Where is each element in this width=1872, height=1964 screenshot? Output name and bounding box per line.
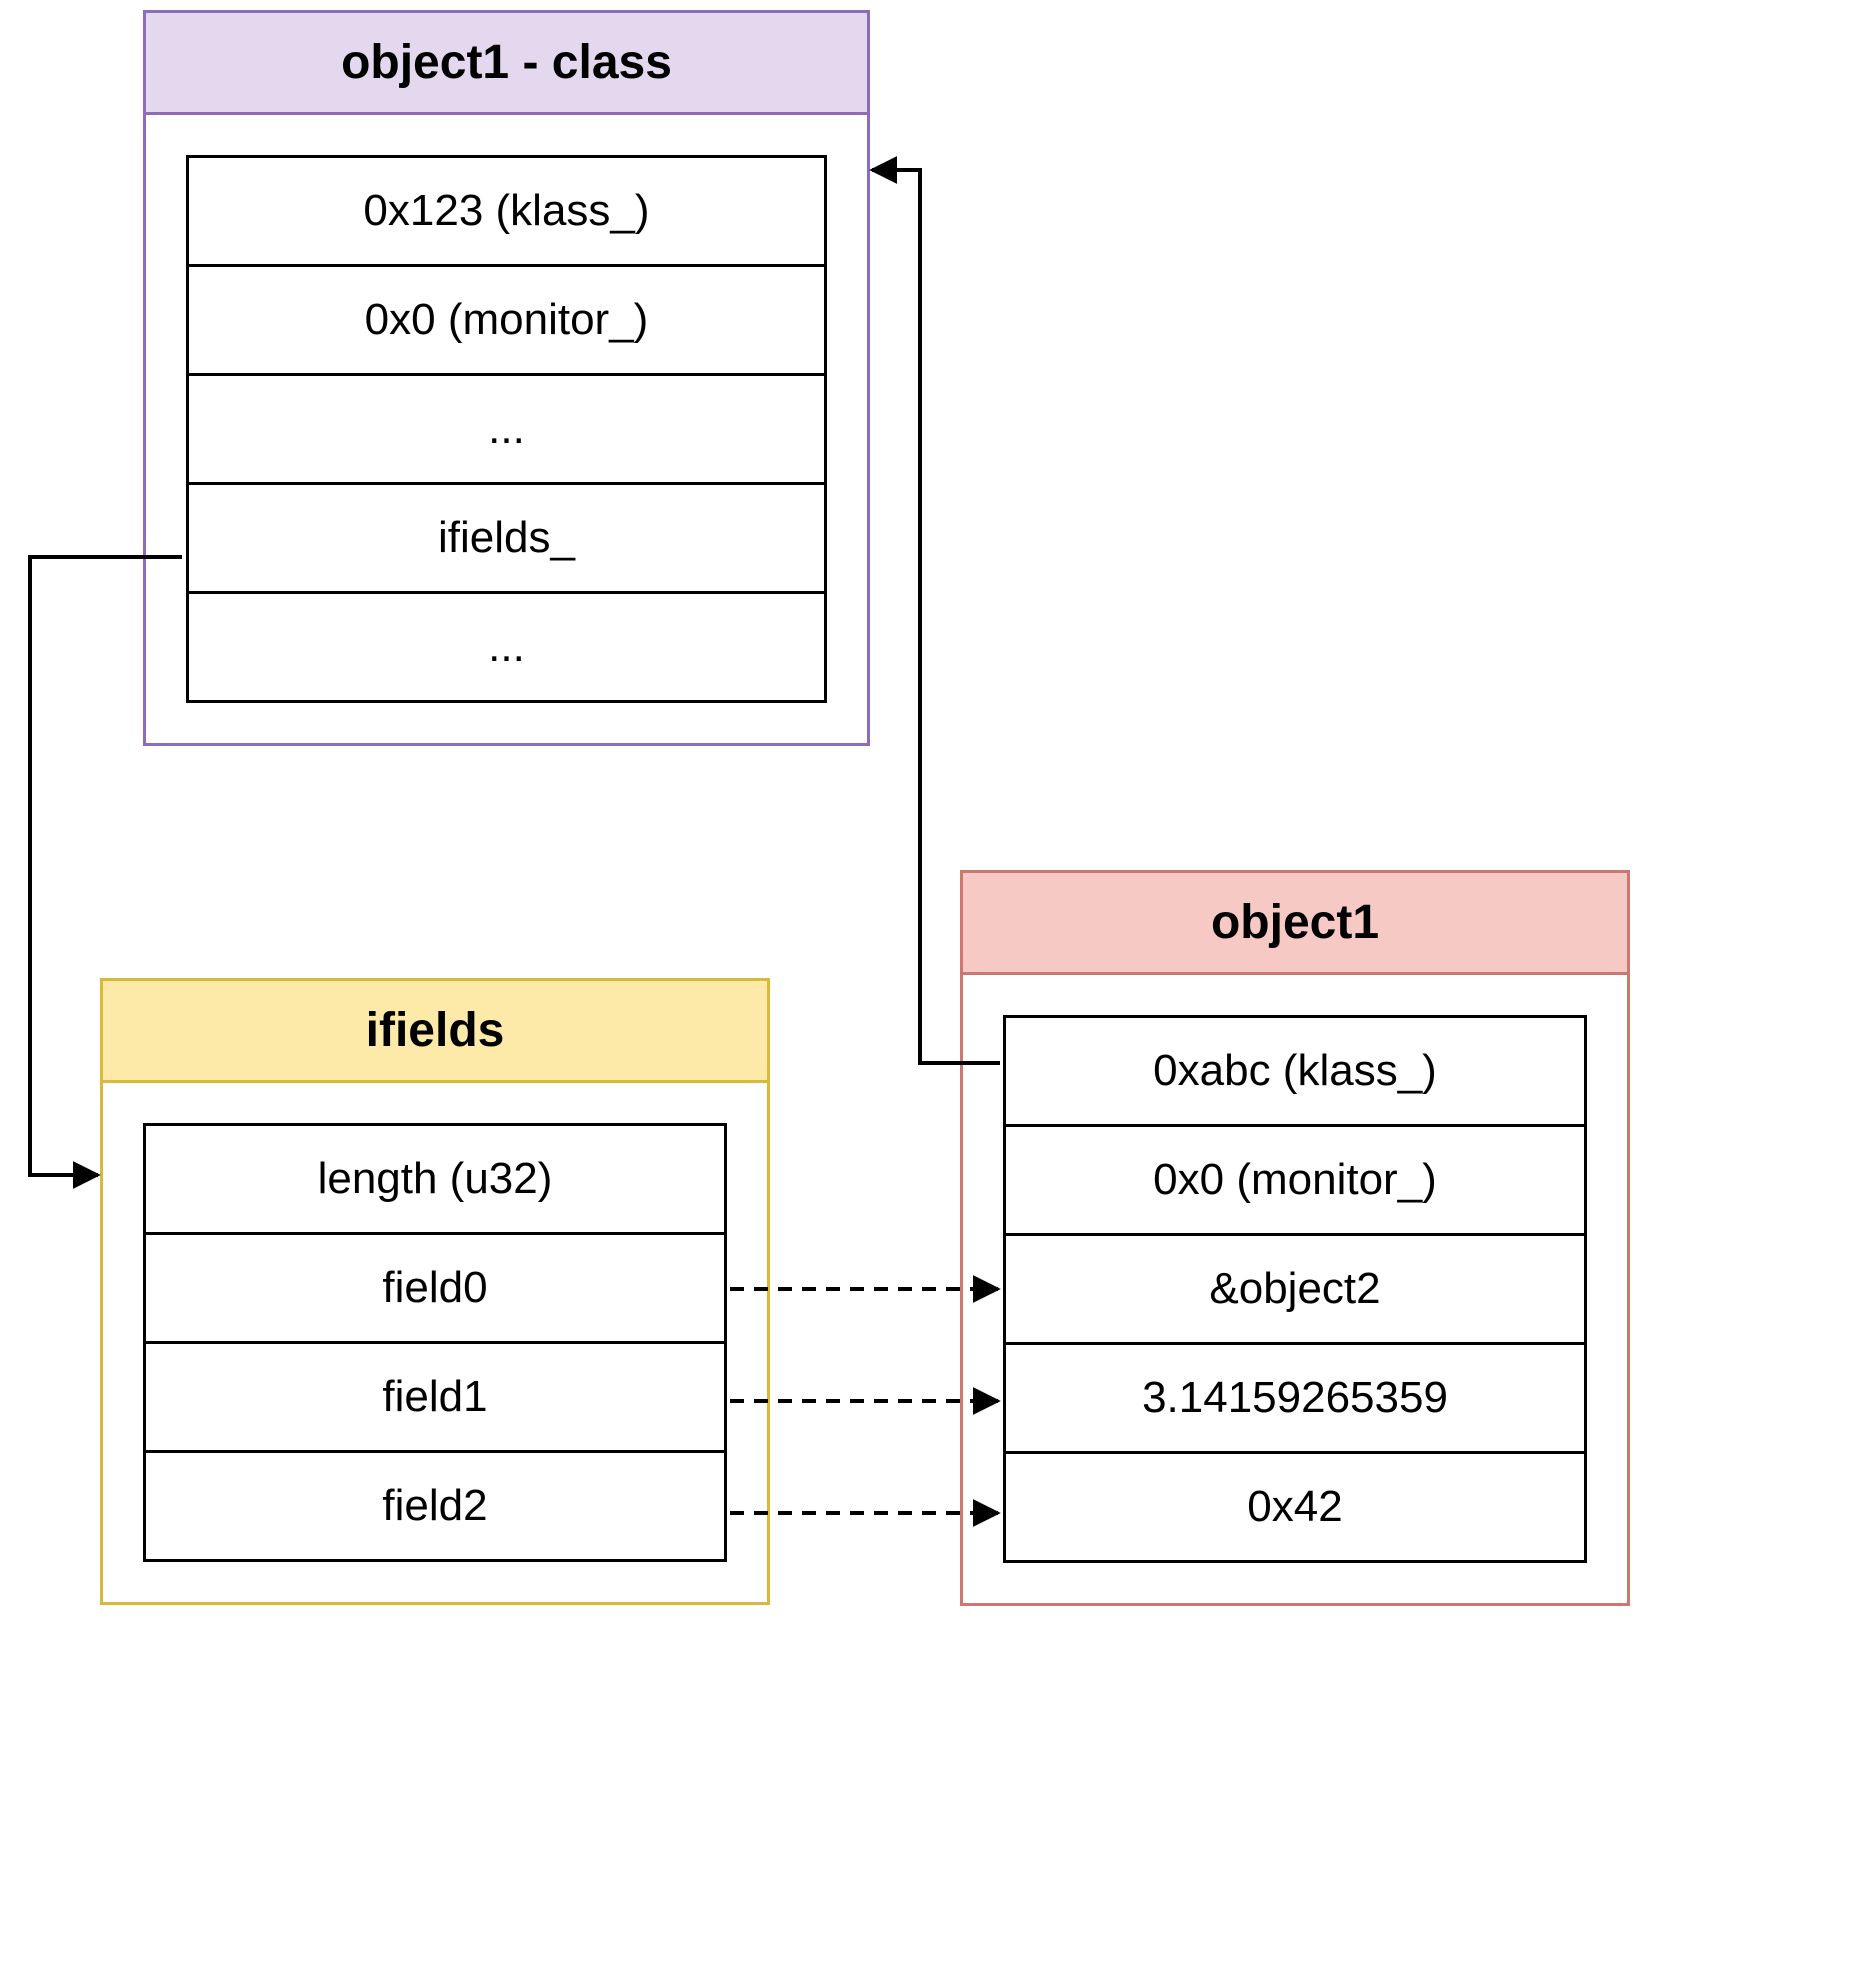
ifields-row-2: field1	[143, 1344, 727, 1453]
object1-row-2: &object2	[1003, 1236, 1587, 1345]
box-class-title: object1 - class	[146, 13, 867, 115]
box-ifields-body: length (u32) field0 field1 field2	[103, 1083, 767, 1602]
object1-row-0: 0xabc (klass_)	[1003, 1015, 1587, 1127]
box-object1-body: 0xabc (klass_) 0x0 (monitor_) &object2 3…	[963, 975, 1627, 1603]
box-ifields: ifields length (u32) field0 field1 field…	[100, 978, 770, 1605]
class-row-2: ...	[186, 376, 827, 485]
box-ifields-title: ifields	[103, 981, 767, 1083]
box-object1-title: object1	[963, 873, 1627, 975]
box-class-body: 0x123 (klass_) 0x0 (monitor_) ... ifield…	[146, 115, 867, 743]
class-row-1: 0x0 (monitor_)	[186, 267, 827, 376]
object1-row-3: 3.14159265359	[1003, 1345, 1587, 1454]
ifields-row-0: length (u32)	[143, 1123, 727, 1235]
object1-row-1: 0x0 (monitor_)	[1003, 1127, 1587, 1236]
ifields-row-1: field0	[143, 1235, 727, 1344]
box-object1: object1 0xabc (klass_) 0x0 (monitor_) &o…	[960, 870, 1630, 1606]
ifields-row-3: field2	[143, 1453, 727, 1562]
box-class: object1 - class 0x123 (klass_) 0x0 (moni…	[143, 10, 870, 746]
class-row-0: 0x123 (klass_)	[186, 155, 827, 267]
object1-row-4: 0x42	[1003, 1454, 1587, 1563]
class-row-4: ...	[186, 594, 827, 703]
class-row-3: ifields_	[186, 485, 827, 594]
